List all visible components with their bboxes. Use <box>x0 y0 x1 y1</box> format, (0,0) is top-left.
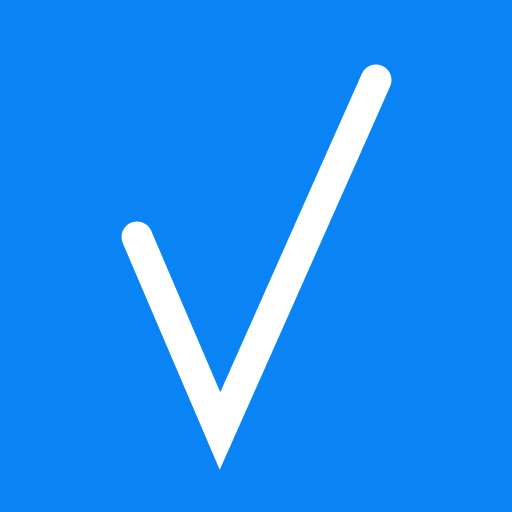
app-icon <box>0 0 512 512</box>
checkmark-stroke <box>121 64 392 470</box>
checkmark-icon <box>121 64 392 470</box>
